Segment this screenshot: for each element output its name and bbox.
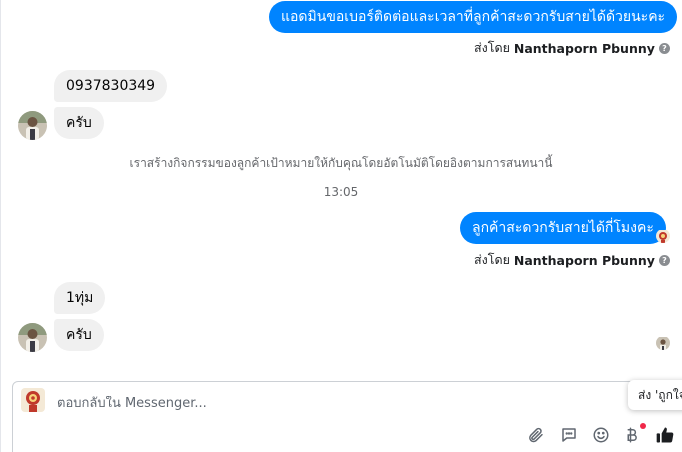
read-receipt-avatar [656, 336, 670, 350]
incoming-message[interactable]: 0937830349 [54, 70, 168, 102]
reply-input[interactable] [57, 396, 357, 411]
system-note: เราสร้างกิจกรรมของลูกค้าเป้าหมายให้กับคุ… [129, 156, 553, 170]
saved-replies-icon[interactable] [558, 424, 580, 446]
message-timestamp: 13:05 [323, 185, 359, 199]
customer-avatar[interactable] [18, 111, 47, 140]
incoming-message[interactable]: ครับ [54, 319, 104, 351]
sent-by-prefix: ส่งโดย [474, 252, 510, 267]
reply-composer [12, 381, 682, 452]
page-avatar [21, 388, 45, 412]
sent-by-label: ส่งโดย Nanthaporn Pbunny ? [474, 250, 670, 270]
like-tooltip: ส่ง 'ถูกใจ' [628, 380, 682, 410]
customer-avatar[interactable] [18, 323, 47, 352]
sender-name[interactable]: Nanthaporn Pbunny [514, 253, 655, 268]
emoji-icon[interactable] [590, 424, 612, 446]
incoming-message[interactable]: 1ทุ่ม [54, 282, 106, 314]
like-icon[interactable] [654, 424, 676, 446]
attachment-icon[interactable] [525, 424, 547, 446]
incoming-message[interactable]: ครับ [54, 107, 104, 139]
help-icon[interactable]: ? [658, 42, 670, 54]
help-icon[interactable]: ? [658, 254, 670, 266]
sent-by-prefix: ส่งโดย [474, 40, 510, 55]
sent-by-label: ส่งโดย Nanthaporn Pbunny ? [474, 38, 670, 58]
sender-name[interactable]: Nanthaporn Pbunny [514, 41, 655, 56]
page-avatar-small [656, 229, 670, 243]
outgoing-message[interactable]: ลูกค้าสะดวกรับสายได้กี่โมงคะ [460, 212, 666, 244]
outgoing-message[interactable]: แอดมินขอเบอร์ติดต่อและเวลาที่ลูกค้าสะดวก… [269, 1, 678, 33]
panel-divider [0, 0, 1, 452]
notification-dot [640, 423, 646, 429]
